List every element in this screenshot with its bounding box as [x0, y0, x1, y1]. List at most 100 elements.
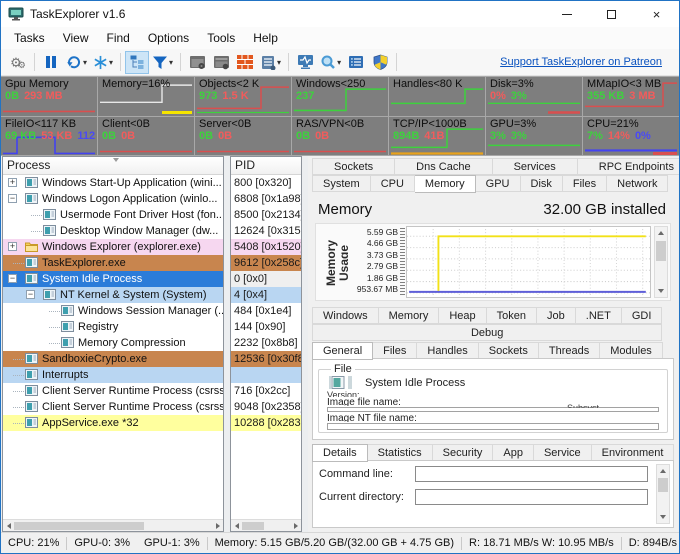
process-row-desktop-window-man[interactable]: Desktop Window Manager (dw... [3, 223, 223, 239]
tab-gpu[interactable]: GPU [476, 175, 521, 192]
tab-environment[interactable]: Environment [592, 444, 675, 461]
search-button[interactable]: ▾ [317, 51, 344, 74]
dropdown-caret-icon[interactable]: ▾ [169, 58, 173, 67]
tab-token[interactable]: Token [487, 307, 537, 324]
scroll-right-icon[interactable] [290, 520, 301, 531]
tree-expander[interactable]: + [8, 178, 17, 187]
tab-net[interactable]: .NET [576, 307, 622, 324]
process-row-windows-explorer[interactable]: +Windows Explorer (explorer.exe) [3, 239, 223, 255]
scroll-right-icon[interactable] [212, 520, 223, 531]
scrollbar-thumb[interactable] [14, 522, 144, 530]
tab-gdi[interactable]: GDI [622, 307, 663, 324]
dropdown-caret-icon[interactable]: ▾ [277, 58, 281, 67]
pid-horizontal-scrollbar[interactable] [231, 519, 301, 531]
scrollbar-thumb[interactable] [658, 478, 668, 492]
tab-memory[interactable]: Memory [415, 175, 476, 193]
menu-item-tools[interactable]: Tools [198, 28, 244, 48]
scroll-up-icon[interactable] [657, 465, 669, 477]
monitor-pulse-button[interactable] [293, 51, 317, 74]
pid-cell[interactable]: 2232 [0x8b8] [231, 335, 301, 351]
pid-cell[interactable]: 716 [0x2cc] [231, 383, 301, 399]
tree-expander[interactable]: − [26, 290, 35, 299]
process-row-windows-session-ma[interactable]: Windows Session Manager (... [3, 303, 223, 319]
pid-cell[interactable]: 12624 [0x3150] [231, 223, 301, 239]
refresh-button[interactable]: ▾ [63, 51, 90, 74]
tab-cpu[interactable]: CPU [371, 175, 415, 192]
process-row-usermode-font-driv[interactable]: Usermode Font Driver Host (fon... [3, 207, 223, 223]
log-list-button[interactable]: ▾ [257, 51, 284, 74]
current-directory-field[interactable] [415, 489, 648, 505]
pid-cell[interactable]: 10288 [0x2830] [231, 415, 301, 431]
pid-cell[interactable]: 0 [0x0] [231, 271, 301, 287]
process-row-windows-logon-appl[interactable]: −Windows Logon Application (winlo... [3, 191, 223, 207]
pause-button[interactable] [39, 51, 63, 74]
tab-files[interactable]: Files [373, 342, 417, 359]
menu-item-view[interactable]: View [54, 28, 98, 48]
scrollbar-thumb[interactable] [242, 522, 264, 530]
tab-job[interactable]: Job [537, 307, 576, 324]
pid-cell[interactable]: 12536 [0x30f8] [231, 351, 301, 367]
dashboard-cell-windows-250[interactable]: Windows<250237 [292, 77, 388, 116]
patreon-link[interactable]: Support TaskExplorer on Patreon [500, 56, 662, 68]
details-scrollbar[interactable] [656, 464, 670, 524]
tab-services[interactable]: Services [493, 158, 578, 175]
dropdown-caret-icon[interactable]: ▾ [109, 58, 113, 67]
process-row-taskexplorer-exe[interactable]: TaskExplorer.exe [3, 255, 223, 271]
pid-column-header[interactable]: PID [231, 157, 301, 175]
gears-button[interactable]: ⚙⚙ [6, 51, 30, 74]
tab-sockets[interactable]: Sockets [479, 342, 539, 359]
pid-cell[interactable]: 9612 [0x258c] [231, 255, 301, 271]
pid-cell[interactable]: 144 [0x90] [231, 319, 301, 335]
process-row-nt-kernel-system[interactable]: −NT Kernel & System (System) [3, 287, 223, 303]
pid-cell[interactable]: 4 [0x4] [231, 287, 301, 303]
pid-cell[interactable]: 6808 [0x1a98] [231, 191, 301, 207]
tab-heap[interactable]: Heap [439, 307, 486, 324]
tab-details[interactable]: Details [312, 444, 368, 462]
dropdown-caret-icon[interactable]: ▾ [83, 58, 87, 67]
pid-cell[interactable]: 484 [0x1e4] [231, 303, 301, 319]
tree-expander[interactable]: − [8, 194, 17, 203]
pid-cell[interactable]: 9048 [0x2358] [231, 399, 301, 415]
tab-security[interactable]: Security [433, 444, 494, 461]
scroll-left-icon[interactable] [231, 520, 242, 531]
process-row-registry[interactable]: Registry [3, 319, 223, 335]
pid-cell[interactable]: 800 [0x320] [231, 175, 301, 191]
tree-expander[interactable]: − [8, 274, 17, 283]
dashboard-cell-tcp-ip-1000b[interactable]: TCP/IP<1000B894B41B [389, 117, 485, 156]
process-row-client-server-runt[interactable]: Client Server Runtime Process (csrss... [3, 383, 223, 399]
tab-sockets[interactable]: Sockets [312, 158, 395, 175]
tab-debug[interactable]: Debug [312, 324, 662, 341]
dashboard-cell-objects-2-k[interactable]: Objects<2 K9731.5 K [195, 77, 291, 116]
filter-button[interactable]: ▾ [149, 51, 176, 74]
tab-general[interactable]: General [312, 342, 373, 360]
tab-network[interactable]: Network [607, 175, 668, 192]
scroll-down-icon[interactable] [657, 511, 669, 523]
memory-graph-scrollbar[interactable] [654, 226, 668, 298]
process-row-client-server-runt[interactable]: Client Server Runtime Process (csrss... [3, 399, 223, 415]
process-row-windows-start-up-a[interactable]: +Windows Start-Up Application (wini... [3, 175, 223, 191]
process-row-sandboxiecrypto-ex[interactable]: SandboxieCrypto.exe [3, 351, 223, 367]
process-column-header[interactable]: Process [3, 157, 223, 175]
maximize-button[interactable] [589, 1, 634, 27]
dashboard-cell-mmapio-3-mb[interactable]: MMapIO<3 MB355 KB3 MB [583, 77, 679, 116]
dashboard-cell-disk-3[interactable]: Disk=3%0%3% [486, 77, 582, 116]
tab-service[interactable]: Service [534, 444, 592, 461]
process-row-system-idle-proces[interactable]: −System Idle Process [3, 271, 223, 287]
tab-rpc-endpoints[interactable]: RPC Endpoints [578, 158, 680, 175]
process-row-interrupts[interactable]: Interrupts [3, 367, 223, 383]
window-gear-button[interactable] [185, 51, 209, 74]
dashboard-cell-gpu-memory[interactable]: Gpu Memory0B293 MB [1, 77, 97, 116]
tab-handles[interactable]: Handles [417, 342, 478, 359]
dashboard-cell-ras-vpn-0b[interactable]: RAS/VPN<0B0B0B [292, 117, 388, 156]
window-panel-button[interactable] [209, 51, 233, 74]
dashboard-cell-client-0b[interactable]: Client<0B0B0B [98, 117, 194, 156]
dashboard-cell-gpu-3[interactable]: GPU=3%3%3% [486, 117, 582, 156]
tab-disk[interactable]: Disk [521, 175, 563, 192]
process-row-memory-compression[interactable]: Memory Compression [3, 335, 223, 351]
image-nt-file-name-field[interactable] [327, 423, 659, 430]
close-button[interactable]: × [634, 1, 679, 27]
tree-expander[interactable]: + [8, 242, 17, 251]
tab-system[interactable]: System [312, 175, 371, 192]
process-row-appservice-exe-32[interactable]: AppService.exe *32 [3, 415, 223, 431]
checklist-button[interactable] [344, 51, 368, 74]
